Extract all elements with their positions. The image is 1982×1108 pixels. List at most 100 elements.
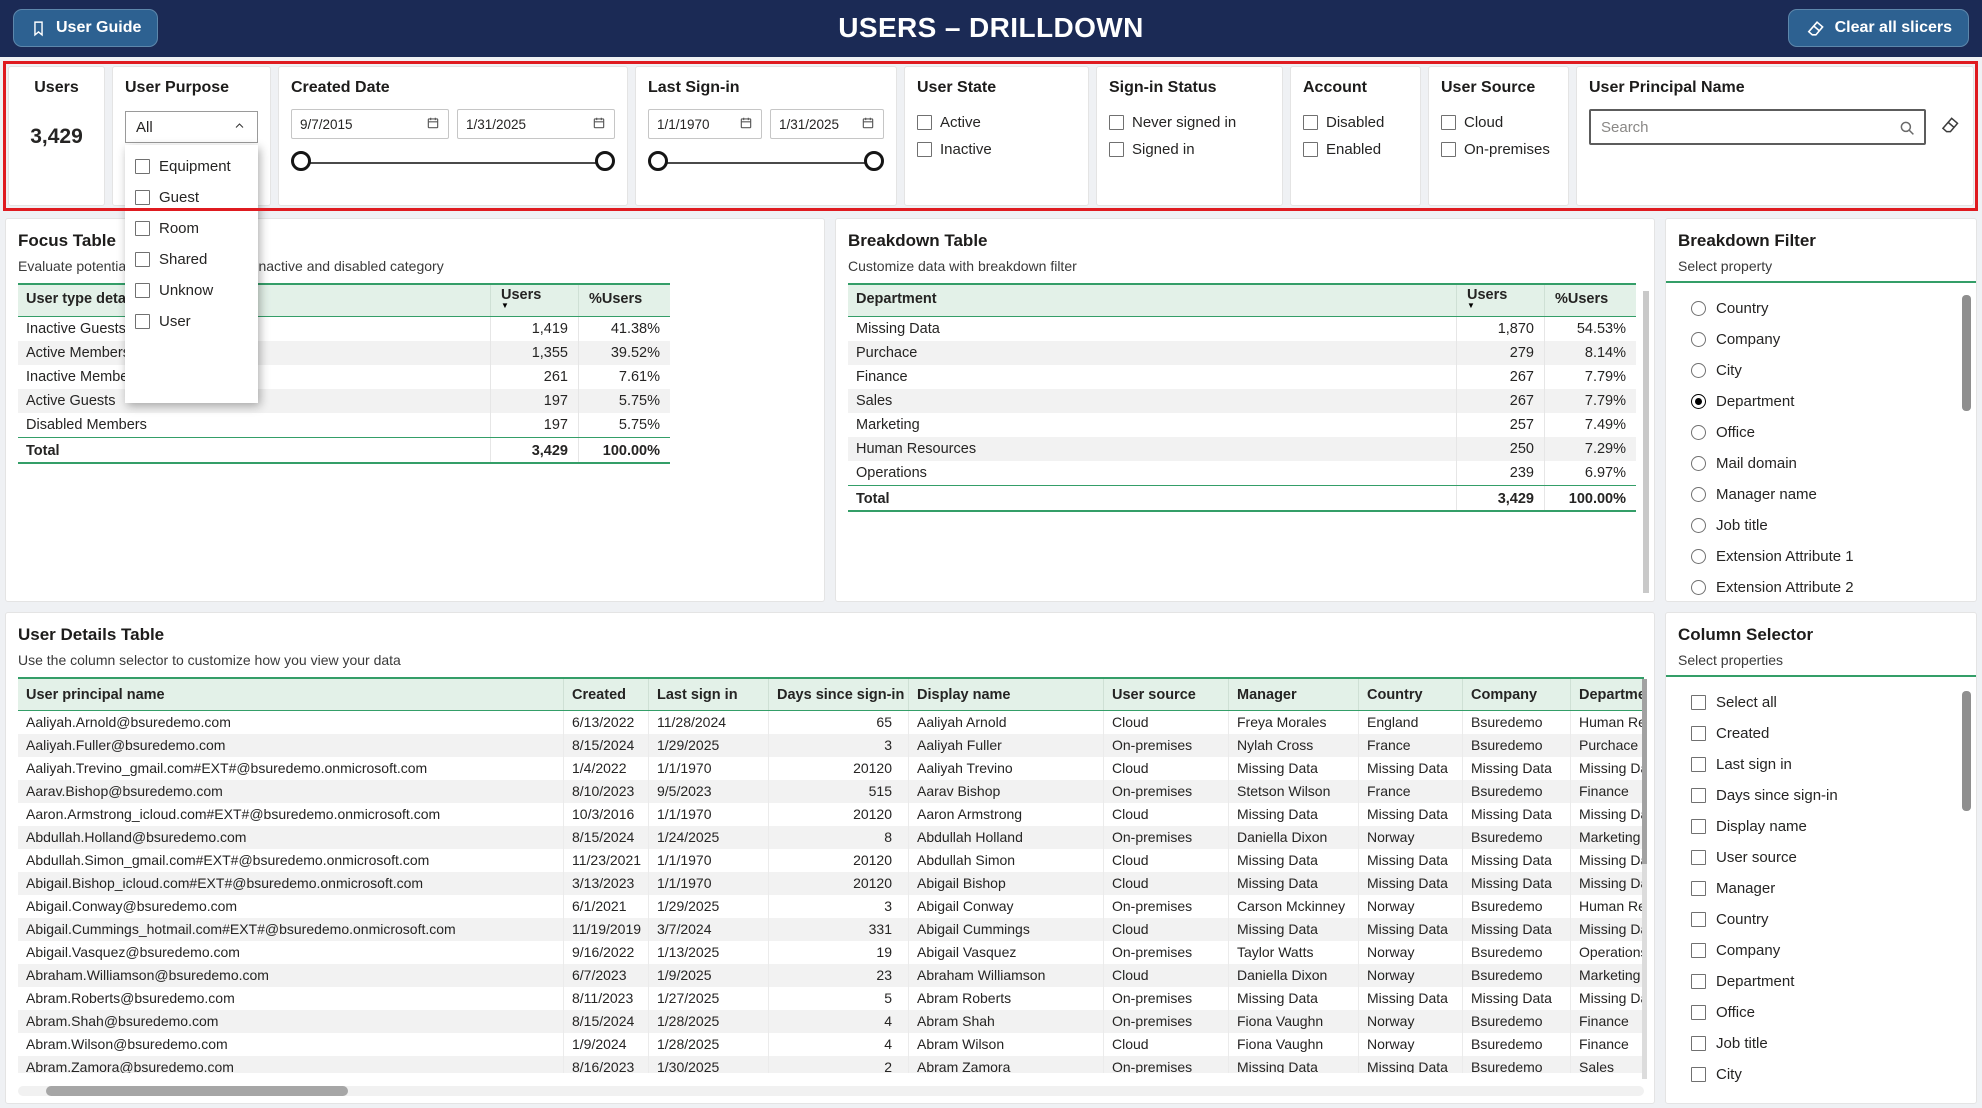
table-row[interactable]: Abdullah.Simon_gmail.com#EXT#@bsuredemo.…	[18, 849, 1644, 872]
table-row[interactable]: Human Resources2507.29%	[848, 437, 1636, 461]
checkbox-icon[interactable]	[1691, 974, 1706, 989]
radio-icon[interactable]	[1691, 487, 1706, 502]
checkbox-icon[interactable]	[135, 252, 150, 267]
calendar-icon[interactable]	[426, 116, 440, 133]
radio-icon[interactable]	[1691, 549, 1706, 564]
table-row[interactable]: Marketing2577.49%	[848, 413, 1636, 437]
radio-icon[interactable]	[1691, 456, 1706, 471]
chevron-up-icon[interactable]	[232, 119, 247, 136]
checkbox-icon[interactable]	[917, 115, 932, 130]
radio-icon[interactable]	[1691, 425, 1706, 440]
column-header-pct-users[interactable]: %Users	[1544, 285, 1636, 316]
upn-search-input[interactable]	[1591, 111, 1924, 143]
table-row[interactable]: Aaliyah.Fuller@bsuredemo.com8/15/20241/2…	[18, 734, 1644, 757]
checkbox-option-display-name[interactable]: Display name	[1678, 811, 1964, 842]
column-selector-scrollbar[interactable]	[1962, 691, 1971, 811]
checkbox-icon[interactable]	[1691, 943, 1706, 958]
checkbox-option-on-premises[interactable]: On-premises	[1441, 136, 1556, 163]
radio-option-department[interactable]: Department	[1678, 386, 1964, 417]
column-header-user-source[interactable]: User source	[1103, 679, 1228, 710]
table-row[interactable]: Missing Data1,87054.53%	[848, 317, 1636, 341]
checkbox-icon[interactable]	[1691, 726, 1706, 741]
checkbox-icon[interactable]	[1109, 142, 1124, 157]
checkbox-icon[interactable]	[1441, 142, 1456, 157]
last-signin-start-input[interactable]: 1/1/1970	[648, 109, 762, 139]
table-row[interactable]: Aaliyah.Arnold@bsuredemo.com6/13/202211/…	[18, 711, 1644, 734]
table-row[interactable]: Operations2396.97%	[848, 461, 1636, 485]
last-signin-end-input[interactable]: 1/31/2025	[770, 109, 884, 139]
table-row[interactable]: Inactive Members2617.61%	[18, 365, 670, 389]
checkbox-option-manager[interactable]: Manager	[1678, 873, 1964, 904]
vertical-scrollbar-thumb[interactable]	[1642, 679, 1647, 864]
calendar-icon[interactable]	[861, 116, 875, 133]
radio-icon[interactable]	[1691, 332, 1706, 347]
column-header-department[interactable]: Department	[848, 285, 1456, 316]
radio-option-manager-name[interactable]: Manager name	[1678, 479, 1964, 510]
created-date-end-input[interactable]: 1/31/2025	[457, 109, 615, 139]
table-row[interactable]: Finance2677.79%	[848, 365, 1636, 389]
radio-option-company[interactable]: Company	[1678, 324, 1964, 355]
checkbox-option-department[interactable]: Department	[1678, 966, 1964, 997]
radio-icon[interactable]	[1691, 580, 1706, 595]
column-header-created[interactable]: Created	[563, 679, 648, 710]
table-row[interactable]: Abraham.Williamson@bsuredemo.com6/7/2023…	[18, 964, 1644, 987]
user-details-vertical-scrollbar[interactable]	[1642, 679, 1647, 1079]
checkbox-icon[interactable]	[1691, 695, 1706, 710]
user-guide-button[interactable]: User Guide	[13, 9, 158, 47]
checkbox-option-office[interactable]: Office	[1678, 997, 1964, 1028]
search-icon[interactable]	[1898, 119, 1916, 142]
table-row[interactable]: Aaliyah.Trevino_gmail.com#EXT#@bsuredemo…	[18, 757, 1644, 780]
column-header-days-since-sign-in[interactable]: Days since sign-in	[768, 679, 908, 710]
checkbox-icon[interactable]	[135, 283, 150, 298]
checkbox-option-unknow[interactable]: Unknow	[125, 275, 258, 306]
user-details-horizontal-scrollbar[interactable]	[18, 1086, 1644, 1096]
slider-handle-end[interactable]	[864, 151, 884, 171]
checkbox-option-signed-in[interactable]: Signed in	[1109, 136, 1270, 163]
horizontal-scrollbar-thumb[interactable]	[46, 1086, 348, 1096]
column-header-user-principal-name[interactable]: User principal name	[18, 679, 563, 710]
table-row[interactable]: Abram.Zamora@bsuredemo.com8/16/20231/30/…	[18, 1056, 1644, 1073]
checkbox-icon[interactable]	[135, 159, 150, 174]
checkbox-icon[interactable]	[1691, 881, 1706, 896]
checkbox-option-disabled[interactable]: Disabled	[1303, 109, 1408, 136]
slider-handle-start[interactable]	[291, 151, 311, 171]
radio-option-extension-attribute-1[interactable]: Extension Attribute 1	[1678, 541, 1964, 572]
checkbox-icon[interactable]	[1691, 1036, 1706, 1051]
checkbox-option-room[interactable]: Room	[125, 213, 258, 244]
clear-all-slicers-button[interactable]: Clear all slicers	[1788, 9, 1969, 47]
checkbox-option-enabled[interactable]: Enabled	[1303, 136, 1408, 163]
breakdown-filter-scrollbar[interactable]	[1962, 295, 1971, 411]
radio-option-extension-attribute-2[interactable]: Extension Attribute 2	[1678, 572, 1964, 603]
column-header-company[interactable]: Company	[1462, 679, 1570, 710]
user-purpose-dropdown[interactable]: All	[125, 111, 258, 143]
checkbox-option-user-source[interactable]: User source	[1678, 842, 1964, 873]
checkbox-option-last-sign-in[interactable]: Last sign in	[1678, 749, 1964, 780]
checkbox-icon[interactable]	[1303, 115, 1318, 130]
radio-icon[interactable]	[1691, 518, 1706, 533]
radio-option-mail-domain[interactable]: Mail domain	[1678, 448, 1964, 479]
checkbox-option-country[interactable]: Country	[1678, 904, 1964, 935]
checkbox-option-equipment[interactable]: Equipment	[125, 151, 258, 182]
checkbox-option-shared[interactable]: Shared	[125, 244, 258, 275]
table-row[interactable]: Active Guests1975.75%	[18, 389, 670, 413]
checkbox-icon[interactable]	[1109, 115, 1124, 130]
column-header-country[interactable]: Country	[1358, 679, 1462, 710]
column-header-last-sign-in[interactable]: Last sign in	[648, 679, 768, 710]
table-row[interactable]: Abigail.Vasquez@bsuredemo.com9/16/20221/…	[18, 941, 1644, 964]
column-header-display-name[interactable]: Display name	[908, 679, 1103, 710]
radio-option-country[interactable]: Country	[1678, 293, 1964, 324]
column-header-users[interactable]: Users ▼	[490, 285, 578, 316]
created-date-start-input[interactable]: 9/7/2015	[291, 109, 449, 139]
checkbox-option-guest[interactable]: Guest	[125, 182, 258, 213]
table-row[interactable]: Abram.Shah@bsuredemo.com8/15/20241/28/20…	[18, 1010, 1644, 1033]
table-row[interactable]: Abigail.Bishop_icloud.com#EXT#@bsuredemo…	[18, 872, 1644, 895]
radio-option-job-title[interactable]: Job title	[1678, 510, 1964, 541]
checkbox-icon[interactable]	[1691, 819, 1706, 834]
table-row[interactable]: Abram.Roberts@bsuredemo.com8/11/20231/27…	[18, 987, 1644, 1010]
checkbox-option-cloud[interactable]: Cloud	[1441, 109, 1556, 136]
table-row[interactable]: Active Members1,35539.52%	[18, 341, 670, 365]
checkbox-option-created[interactable]: Created	[1678, 718, 1964, 749]
checkbox-option-select-all[interactable]: Select all	[1678, 687, 1964, 718]
checkbox-icon[interactable]	[135, 221, 150, 236]
column-header-manager[interactable]: Manager	[1228, 679, 1358, 710]
